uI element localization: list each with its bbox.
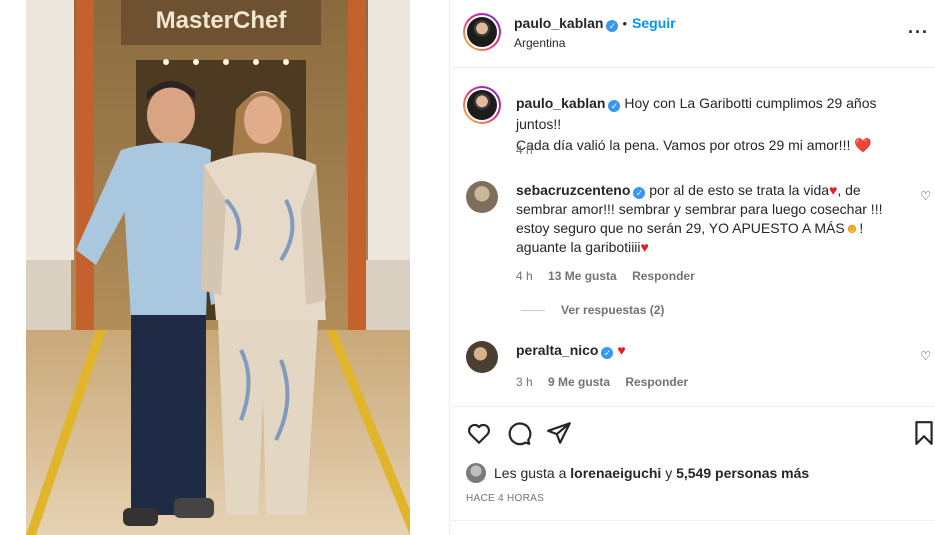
post-header: paulo_kablan ✓ • Seguir Argentina ···	[451, 0, 935, 68]
heart-emoji-icon: ♥	[617, 342, 626, 358]
caption-username[interactable]: paulo_kablan	[516, 95, 605, 111]
post-media-pane: MasterChef	[0, 0, 450, 535]
view-replies-label: Ver respuestas (2)	[561, 303, 665, 317]
replies-divider	[521, 310, 545, 312]
heart-emoji-icon: ❤️	[854, 137, 872, 153]
comment-bubble-icon[interactable]	[506, 420, 532, 446]
share-paper-plane-icon[interactable]	[546, 420, 572, 446]
post-sidebar: paulo_kablan ✓ • Seguir Argentina ··· paulo…	[451, 0, 935, 535]
comment-time: 3 h	[516, 375, 533, 389]
likes-summary: Les gusta a lorenaeiguchi y 5,549 person…	[466, 463, 809, 483]
verified-badge-icon: ✓	[633, 187, 646, 199]
verified-badge-icon: ✓	[608, 100, 621, 112]
comment-likes[interactable]: 13 Me gusta	[548, 269, 617, 283]
heart-eyes-emoji-icon: ☻	[844, 220, 860, 236]
save-bookmark-icon[interactable]	[911, 420, 935, 446]
author-avatar[interactable]	[463, 13, 501, 51]
heart-emoji-icon: ♥	[640, 239, 649, 255]
commenter-avatar[interactable]	[466, 181, 498, 213]
masterchef-sign: MasterChef	[156, 7, 288, 34]
post-photo[interactable]: MasterChef	[26, 0, 410, 535]
comment-time: 4 h	[516, 269, 533, 283]
commenter-username[interactable]: sebacruzcenteno	[516, 182, 630, 198]
reply-button[interactable]: Responder	[625, 375, 688, 389]
liker-avatar[interactable]	[466, 463, 486, 483]
commenter-avatar[interactable]	[466, 341, 498, 373]
caption-text: paulo_kablan ✓ Hoy con La Garibotti cumpl…	[516, 93, 916, 156]
caption-time: 4 h	[516, 143, 533, 157]
like-comment-heart-icon[interactable]: ♡	[920, 349, 931, 363]
liker-username[interactable]: lorenaeiguchi	[570, 465, 661, 481]
actions-divider	[451, 406, 935, 407]
comment-meta: 4 h 13 Me gusta Responder	[516, 269, 707, 283]
caption-line-2: Cada día valió la pena. Vamos por otros …	[516, 137, 851, 153]
post-timestamp[interactable]: HACE 4 HORAS	[466, 493, 544, 504]
comment-text: sebacruzcenteno ✓ por al de esto se trata…	[516, 181, 896, 257]
likes-prefix: Les gusta a	[494, 465, 567, 481]
commenter-username[interactable]: peralta_nico	[516, 342, 598, 358]
bottom-divider	[451, 520, 935, 521]
likes-joiner: y	[665, 465, 673, 481]
author-line: paulo_kablan ✓ • Seguir	[514, 15, 676, 32]
comment-body-part-1: por al de esto se trata la vida	[649, 182, 830, 198]
view-replies-button[interactable]: Ver respuestas (2)	[521, 303, 664, 317]
reply-button[interactable]: Responder	[632, 269, 695, 283]
post-location[interactable]: Argentina	[514, 36, 565, 50]
caption-avatar[interactable]	[463, 86, 501, 124]
likes-count[interactable]: 5,549 personas más	[676, 465, 809, 481]
post-photo-illustration: MasterChef	[26, 0, 410, 535]
like-comment-heart-icon[interactable]: ♡	[920, 189, 931, 203]
verified-badge-icon: ✓	[606, 20, 619, 32]
follow-button[interactable]: Seguir	[632, 15, 676, 31]
verified-badge-icon: ✓	[601, 347, 614, 359]
comment-likes[interactable]: 9 Me gusta	[548, 375, 610, 389]
more-dots-icon[interactable]: ···	[908, 22, 929, 43]
comment-text: peralta_nico ✓ ♥	[516, 341, 896, 360]
like-heart-icon[interactable]	[466, 420, 492, 446]
separator-dot: •	[622, 16, 628, 31]
comment-meta: 3 h 9 Me gusta Responder	[516, 375, 700, 389]
author-username[interactable]: paulo_kablan	[514, 15, 603, 31]
